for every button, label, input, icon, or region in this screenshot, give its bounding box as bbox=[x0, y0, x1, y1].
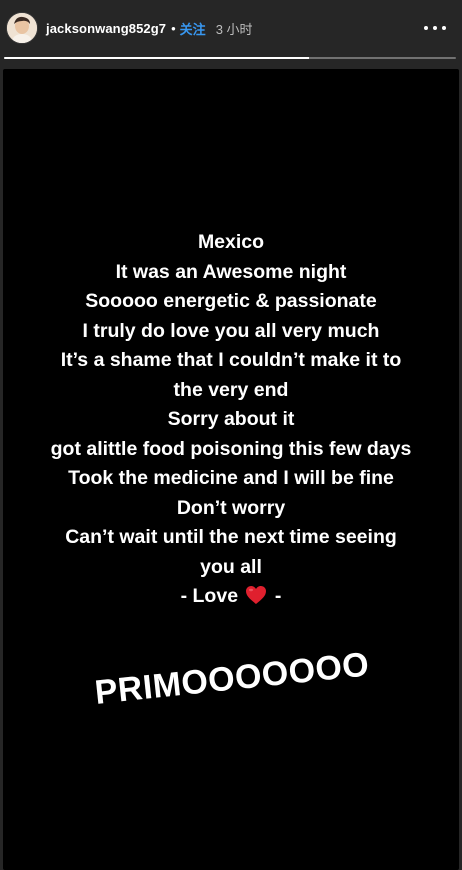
caption-signoff: - Love - bbox=[3, 582, 459, 612]
avatar-image bbox=[7, 13, 37, 43]
red-heart-emoji bbox=[246, 586, 267, 604]
more-options-icon[interactable] bbox=[424, 18, 446, 38]
story-progress-bar bbox=[4, 57, 456, 59]
story-content[interactable]: Mexico It was an Awesome night Sooooo en… bbox=[3, 69, 459, 870]
primo-text-sticker: PRIMOOOOOOO bbox=[92, 645, 372, 712]
story-header: jacksonwang852g7 • 关注 3 小时 bbox=[0, 0, 462, 56]
story-caption: Mexico It was an Awesome night Sooooo en… bbox=[3, 228, 459, 612]
caption-line: got alittle food poisoning this few days bbox=[50, 437, 412, 460]
user-avatar[interactable] bbox=[6, 12, 38, 44]
story-progress-fill bbox=[4, 57, 310, 59]
signoff-text: - Love bbox=[180, 585, 239, 607]
caption-line: Took the medicine and I will be fine bbox=[68, 467, 394, 489]
caption-line: I truly do love you all very much bbox=[82, 319, 380, 342]
caption-line: Sorry about it bbox=[167, 408, 295, 430]
caption-line: It’s a shame that I couldn’t make it to bbox=[60, 349, 402, 371]
caption-line: Mexico bbox=[197, 231, 265, 253]
follow-button[interactable]: 关注 bbox=[180, 19, 206, 38]
separator-dot: • bbox=[171, 20, 176, 36]
caption-line: Don’t worry bbox=[176, 496, 286, 519]
caption-line: you all bbox=[200, 555, 262, 578]
signoff-dash: - bbox=[274, 585, 282, 607]
caption-line: Can’t wait until the next time seeing bbox=[65, 526, 397, 548]
caption-line: It was an Awesome night bbox=[115, 260, 347, 283]
more-dot bbox=[424, 26, 428, 30]
timestamp: 3 小时 bbox=[215, 21, 253, 37]
more-dot bbox=[433, 26, 437, 30]
caption-line: the very end bbox=[173, 378, 289, 401]
username-link[interactable]: jacksonwang852g7 bbox=[46, 21, 166, 36]
caption-line: Sooooo energetic & passionate bbox=[85, 290, 377, 312]
more-dot bbox=[442, 26, 446, 30]
story-viewer: jacksonwang852g7 • 关注 3 小时 Mexico It was… bbox=[0, 0, 462, 870]
